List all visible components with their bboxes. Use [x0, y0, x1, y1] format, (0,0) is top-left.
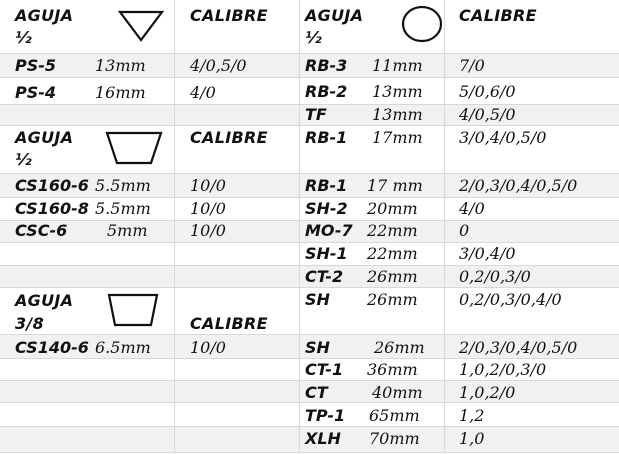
needle-calibre: 10/0 — [190, 338, 226, 357]
needle-code: SH — [305, 290, 330, 309]
header-aguja: AGUJA — [15, 291, 74, 310]
needle-code: CSC-6 — [15, 221, 68, 240]
needle-code: TF — [305, 105, 327, 124]
needle-length: 17mm — [372, 128, 423, 147]
needle-calibre: 7/0 — [459, 56, 485, 75]
needle-calibre: 10/0 — [190, 176, 226, 195]
header-needle-size: 3/8 — [15, 314, 45, 333]
needle-code: CT-2 — [305, 267, 344, 286]
needle-length: 26mm — [367, 290, 418, 309]
needle-code: RB-2 — [305, 82, 348, 101]
trapezoid-icon — [105, 131, 163, 165]
needle-code: RB-3 — [305, 56, 348, 75]
row-divider — [0, 242, 619, 243]
column-divider — [174, 0, 175, 452]
needle-length: 5.5mm — [95, 199, 151, 218]
header-calibre: CALIBRE — [190, 6, 268, 25]
header-needle-size: ½ — [305, 28, 322, 47]
header-aguja: AGUJA — [305, 6, 364, 25]
needle-length: 40mm — [372, 383, 423, 402]
row-divider — [0, 197, 619, 198]
row-divider — [0, 173, 619, 174]
header-aguja: AGUJA — [15, 128, 74, 147]
header-aguja: AGUJA — [15, 6, 74, 25]
circle-icon — [401, 5, 443, 43]
needle-length: 22mm — [367, 244, 418, 263]
needle-calibre: 2/0,3/0,4/0,5/0 — [459, 338, 578, 357]
header-calibre: CALIBRE — [190, 314, 268, 333]
needle-calibre: 10/0 — [190, 199, 226, 218]
needle-calibre: 3/0,4/0 — [459, 244, 516, 263]
row-divider — [0, 380, 619, 381]
needle-code: CT-1 — [305, 360, 344, 379]
needle-code: PS-4 — [15, 83, 57, 102]
needle-calibre: 4/0,5/0 — [190, 56, 247, 75]
needle-calibre: 2/0,3/0,4/0,5/0 — [459, 176, 578, 195]
needle-length: 36mm — [367, 360, 418, 379]
needle-calibre: 1,2 — [459, 406, 485, 425]
needle-code: RB-1 — [305, 176, 348, 195]
needle-length: 17 mm — [367, 176, 423, 195]
needle-length: 65mm — [369, 406, 420, 425]
header-calibre: CALIBRE — [459, 6, 537, 25]
triangle-icon — [117, 10, 165, 42]
header-needle-size: ½ — [15, 28, 32, 47]
needle-code: CS140-6 — [15, 338, 89, 357]
needle-calibre: 10/0 — [190, 221, 226, 240]
row-divider — [0, 265, 619, 266]
needle-code: XLH — [305, 429, 341, 448]
needle-length: 70mm — [369, 429, 420, 448]
needle-code: TP-1 — [305, 406, 346, 425]
column-divider — [299, 0, 300, 452]
needle-length: 6.5mm — [95, 338, 151, 357]
needle-calibre: 1,0,2/0,3/0 — [459, 360, 547, 379]
needle-calibre: 0 — [459, 221, 470, 240]
header-needle-size: ½ — [15, 150, 32, 169]
needle-code: PS-5 — [15, 56, 57, 75]
needle-code: SH-2 — [305, 199, 348, 218]
row-divider — [0, 53, 619, 54]
needle-calibre: 1,0,2/0 — [459, 383, 516, 402]
needle-length: 22mm — [367, 221, 418, 240]
needle-length: 13mm — [95, 56, 146, 75]
needle-length: 5mm — [107, 221, 148, 240]
row-divider — [0, 402, 619, 403]
needle-calibre: 1,0 — [459, 429, 485, 448]
needle-calibre: 4/0,5/0 — [459, 105, 516, 124]
needle-code: CS160-8 — [15, 199, 89, 218]
needle-length: 13mm — [372, 105, 423, 124]
needle-code: MO-7 — [305, 221, 353, 240]
needle-calibre: 3/0,4/0,5/0 — [459, 128, 547, 147]
row-divider — [0, 358, 619, 359]
needle-code: CT — [305, 383, 328, 402]
needle-length: 26mm — [374, 338, 425, 357]
needle-length: 20mm — [367, 199, 418, 218]
needle-code: SH — [305, 338, 330, 357]
row-divider — [0, 125, 619, 126]
needle-length: 11mm — [372, 56, 423, 75]
needle-calibre: 4/0 — [190, 83, 216, 102]
needle-calibre: 5/0,6/0 — [459, 82, 516, 101]
row-divider — [0, 287, 619, 288]
needle-length: 13mm — [372, 82, 423, 101]
needle-length: 5.5mm — [95, 176, 151, 195]
header-calibre: CALIBRE — [190, 128, 268, 147]
needle-code: CS160-6 — [15, 176, 89, 195]
needle-calibre: 0,2/0,3/0 — [459, 267, 531, 286]
row-divider — [0, 426, 619, 427]
needle-code: SH-1 — [305, 244, 348, 263]
needle-calibre: 0,2/0,3/0,4/0 — [459, 290, 562, 309]
needle-calibre: 4/0 — [459, 199, 485, 218]
needle-length: 16mm — [95, 83, 146, 102]
needle-length: 26mm — [367, 267, 418, 286]
row-divider — [0, 334, 619, 335]
row-divider — [0, 77, 619, 78]
column-divider — [444, 0, 445, 452]
row-divider — [0, 452, 619, 453]
needle-code: RB-1 — [305, 128, 348, 147]
trapezoid-icon — [107, 293, 159, 327]
